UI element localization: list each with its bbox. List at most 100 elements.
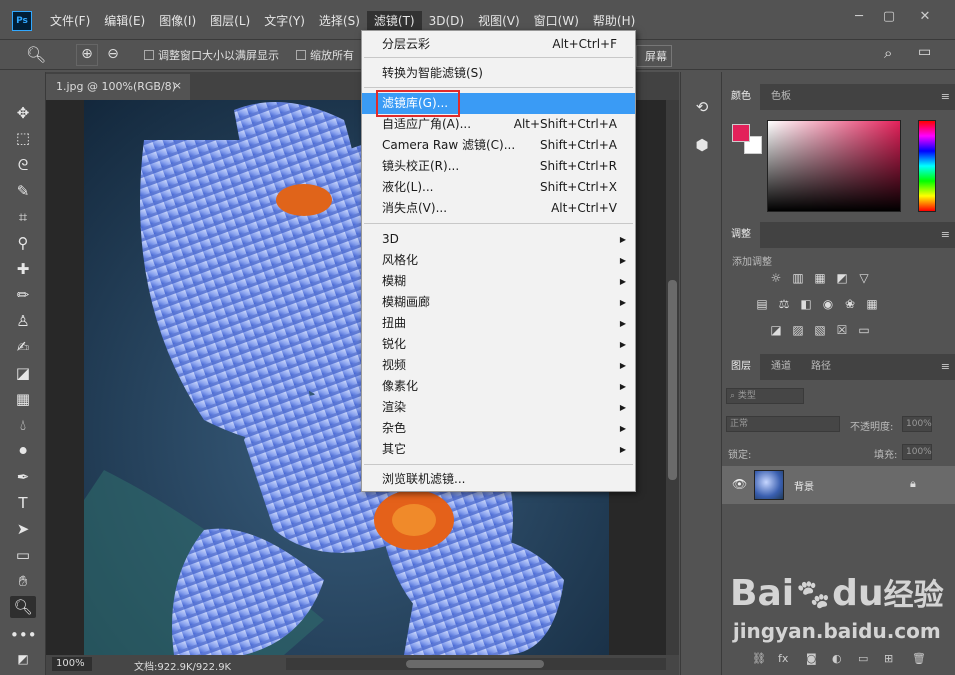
menu-item-vanishing-point[interactable]: 消失点(V)... Alt+Ctrl+V bbox=[362, 198, 635, 219]
stamp-tool-icon[interactable]: ♙ bbox=[10, 310, 36, 332]
color-lookup-icon[interactable]: ▦ bbox=[864, 296, 880, 312]
menu-3d[interactable]: 3D(D) bbox=[422, 11, 471, 31]
menu-item-browse-online-filters[interactable]: 浏览联机滤镜... bbox=[362, 469, 635, 490]
menu-item-blur-gallery[interactable]: 模糊画廊 ▶ bbox=[362, 292, 635, 313]
visibility-eye-icon[interactable]: 👁︎ bbox=[732, 477, 747, 491]
close-button[interactable]: ✕ bbox=[912, 10, 938, 26]
history-brush-tool-icon[interactable]: ✍ bbox=[10, 336, 36, 358]
new-group-icon[interactable]: ▭ bbox=[858, 652, 868, 665]
menu-item-adaptive-wide-angle[interactable]: 自适应广角(A)... Alt+Shift+Ctrl+A bbox=[362, 114, 635, 135]
adjustment-layer-icon[interactable]: ◐ bbox=[832, 652, 842, 665]
menu-item-distort[interactable]: 扭曲 ▶ bbox=[362, 313, 635, 334]
panel-menu-icon[interactable]: ≡ bbox=[941, 360, 950, 373]
close-tab-icon[interactable]: × bbox=[173, 79, 182, 92]
foreground-color-swatch[interactable] bbox=[732, 124, 750, 142]
menu-item-clouds[interactable]: 分层云彩 Alt+Ctrl+F bbox=[362, 34, 635, 55]
menu-view[interactable]: 视图(V) bbox=[471, 11, 527, 31]
tab-adjustments[interactable]: 调整 bbox=[722, 222, 760, 248]
hue-slider[interactable] bbox=[918, 120, 936, 212]
fx-icon[interactable]: fx bbox=[778, 652, 788, 665]
layer-kind-filter[interactable]: ⌕ 类型 bbox=[726, 388, 804, 404]
photo-filter-icon[interactable]: ◉ bbox=[820, 296, 836, 312]
color-picker-field[interactable] bbox=[767, 120, 901, 212]
color-swatches-icon[interactable]: ◩ bbox=[10, 648, 36, 670]
curves-icon[interactable]: ▦ bbox=[812, 270, 828, 286]
resize-windows-checkbox[interactable]: 调整窗口大小以满屏显示 bbox=[144, 47, 279, 63]
rectangle-tool-icon[interactable]: ▭ bbox=[10, 544, 36, 566]
zoom-tool-icon[interactable]: 🔍︎ bbox=[10, 596, 36, 618]
delete-layer-icon[interactable]: 🗑︎ bbox=[912, 652, 926, 665]
horizontal-scrollbar[interactable] bbox=[286, 658, 666, 670]
document-tab[interactable]: 1.jpg @ 100%(RGB/8) × bbox=[46, 74, 190, 100]
menu-window[interactable]: 窗口(W) bbox=[527, 11, 586, 31]
marquee-tool-icon[interactable]: ⬚ bbox=[10, 127, 36, 149]
selective-color-icon[interactable]: ☒ bbox=[834, 322, 850, 338]
scroll-thumb[interactable] bbox=[668, 280, 677, 480]
brightness-icon[interactable]: ☼ bbox=[768, 270, 784, 286]
3d-panel-icon[interactable]: ⬢ bbox=[689, 134, 715, 156]
fill-screen-button[interactable]: 屏幕 bbox=[636, 45, 672, 67]
menu-item-render[interactable]: 渲染 ▶ bbox=[362, 397, 635, 418]
zoom-all-checkbox[interactable]: 缩放所有 bbox=[296, 47, 354, 63]
menu-item-other[interactable]: 其它 ▶ bbox=[362, 439, 635, 460]
threshold-icon[interactable]: ▧ bbox=[812, 322, 828, 338]
zoom-tool-icon[interactable]: 🔍︎ bbox=[26, 45, 46, 64]
menu-item-3d[interactable]: 3D ▶ bbox=[362, 229, 635, 250]
posterize-icon[interactable]: ▨ bbox=[790, 322, 806, 338]
checkbox-icon[interactable] bbox=[296, 50, 306, 60]
exposure-icon[interactable]: ◩ bbox=[834, 270, 850, 286]
tab-paths[interactable]: 路径 bbox=[802, 354, 840, 380]
blend-mode-select[interactable]: 正常 bbox=[726, 416, 840, 432]
menu-item-lens-correction[interactable]: 镜头校正(R)... Shift+Ctrl+R bbox=[362, 156, 635, 177]
invert-icon[interactable]: ◪ bbox=[768, 322, 784, 338]
black-white-icon[interactable]: ◧ bbox=[798, 296, 814, 312]
more-tools-icon[interactable]: ••• bbox=[10, 624, 37, 646]
pen-tool-icon[interactable]: ✒ bbox=[10, 466, 36, 488]
menu-file[interactable]: 文件(F) bbox=[43, 11, 97, 31]
maximize-button[interactable]: ▢ bbox=[876, 10, 902, 26]
menu-item-smart-filter[interactable]: 转换为智能滤镜(S) bbox=[362, 63, 635, 84]
search-icon[interactable]: ⌕ bbox=[884, 44, 892, 62]
brush-tool-icon[interactable]: ✏ bbox=[10, 284, 36, 306]
blur-tool-icon[interactable]: 💧︎ bbox=[10, 414, 36, 436]
menu-item-video[interactable]: 视频 ▶ bbox=[362, 355, 635, 376]
healing-brush-tool-icon[interactable]: ✚ bbox=[10, 258, 36, 280]
menu-layer[interactable]: 图层(L) bbox=[203, 11, 257, 31]
menu-edit[interactable]: 编辑(E) bbox=[97, 11, 152, 31]
type-tool-icon[interactable]: T bbox=[10, 492, 36, 514]
menu-item-blur[interactable]: 模糊 ▶ bbox=[362, 271, 635, 292]
fill-field[interactable]: 100% bbox=[902, 444, 932, 460]
dodge-tool-icon[interactable]: ⚫︎ bbox=[10, 440, 36, 462]
menu-item-sharpen[interactable]: 锐化 ▶ bbox=[362, 334, 635, 355]
menu-item-liquify[interactable]: 液化(L)... Shift+Ctrl+X bbox=[362, 177, 635, 198]
vertical-scrollbar[interactable] bbox=[666, 100, 679, 655]
zoom-in-icon[interactable]: ⊕ bbox=[76, 44, 98, 66]
menu-item-pixelate[interactable]: 像素化 ▶ bbox=[362, 376, 635, 397]
history-panel-icon[interactable]: ⟲ bbox=[689, 96, 715, 118]
hue-saturation-icon[interactable]: ▤ bbox=[754, 296, 770, 312]
crop-tool-icon[interactable]: ⌗ bbox=[10, 206, 36, 228]
channel-mixer-icon[interactable]: ❀ bbox=[842, 296, 858, 312]
panel-menu-icon[interactable]: ≡ bbox=[941, 228, 950, 241]
add-mask-icon[interactable]: ◙ bbox=[806, 652, 817, 665]
menu-filter[interactable]: 滤镜(T) bbox=[366, 11, 422, 31]
menu-item-camera-raw[interactable]: Camera Raw 滤镜(C)... Shift+Ctrl+A bbox=[362, 135, 635, 156]
zoom-level-field[interactable]: 100% bbox=[52, 657, 92, 671]
menu-item-noise[interactable]: 杂色 ▶ bbox=[362, 418, 635, 439]
minimize-button[interactable]: ─ bbox=[846, 10, 872, 26]
panel-menu-icon[interactable]: ≡ bbox=[941, 90, 950, 103]
checkbox-icon[interactable] bbox=[144, 50, 154, 60]
tab-swatches[interactable]: 色板 bbox=[762, 84, 800, 110]
tab-color[interactable]: 颜色 bbox=[722, 84, 760, 110]
move-tool-icon[interactable]: ✥ bbox=[10, 102, 36, 124]
levels-icon[interactable]: ▥ bbox=[790, 270, 806, 286]
menu-select[interactable]: 选择(S) bbox=[312, 11, 367, 31]
zoom-out-icon[interactable]: ⊖ bbox=[102, 44, 124, 66]
link-layers-icon[interactable]: ⛓ bbox=[752, 652, 766, 665]
tab-channels[interactable]: 通道 bbox=[762, 354, 800, 380]
layer-row-background[interactable]: 👁︎ 背景 🔒︎ bbox=[722, 466, 955, 504]
eraser-tool-icon[interactable]: ◪ bbox=[10, 362, 36, 384]
workspace-icon[interactable]: ▭ bbox=[918, 44, 931, 60]
vibrance-icon[interactable]: ▽ bbox=[856, 270, 872, 286]
lasso-tool-icon[interactable]: ᘓ bbox=[10, 154, 36, 176]
